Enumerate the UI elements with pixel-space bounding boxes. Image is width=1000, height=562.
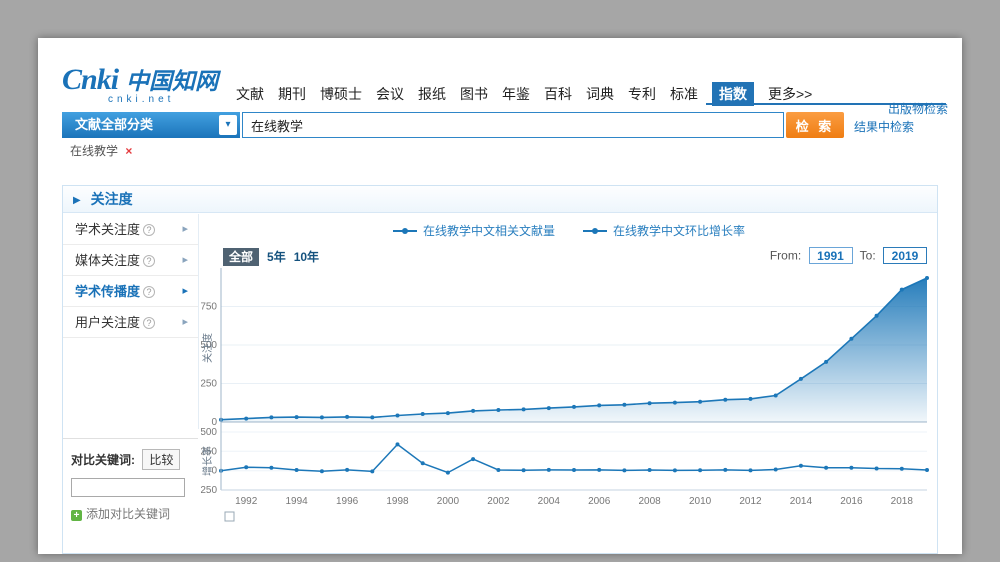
arrow-right-icon: ▸ bbox=[182, 307, 188, 338]
svg-text:-250: -250 bbox=[201, 485, 217, 496]
panel-header: ▶ 关注度 bbox=[63, 186, 937, 213]
help-icon[interactable]: ? bbox=[143, 224, 155, 236]
svg-text:1994: 1994 bbox=[285, 496, 308, 507]
to-label: To: bbox=[860, 249, 876, 263]
svg-text:1996: 1996 bbox=[336, 496, 359, 507]
keyword-tag-label: 在线教学 bbox=[70, 144, 118, 158]
clipped-checkbox[interactable] bbox=[225, 512, 234, 521]
nav-item-thesis[interactable]: 博硕士 bbox=[320, 82, 362, 106]
svg-text:2012: 2012 bbox=[739, 496, 762, 507]
legend-item-1[interactable]: 在线教学中文相关文献量 bbox=[393, 224, 555, 238]
svg-text:1992: 1992 bbox=[235, 496, 258, 507]
logo-cn-text: 中国知网 bbox=[126, 69, 218, 94]
search-in-results-link[interactable]: 结果中检索 bbox=[854, 118, 914, 135]
legend-label: 在线教学中文环比增长率 bbox=[613, 224, 745, 238]
nav-item-journal[interactable]: 期刊 bbox=[278, 82, 306, 106]
add-compare-keyword-label: 添加对比关键词 bbox=[86, 507, 170, 521]
cnki-logo[interactable]: Cnki中国知网 cnki.net bbox=[62, 62, 218, 105]
tag-close-icon[interactable]: × bbox=[125, 144, 132, 158]
search-bar: 文献全部分类 ▾ 检 索 结果中检索 bbox=[62, 112, 942, 138]
svg-text:关注度: 关注度 bbox=[201, 333, 214, 363]
add-compare-keyword-link[interactable]: + 添加对比关键词 bbox=[71, 505, 190, 522]
nav-item-conference[interactable]: 会议 bbox=[376, 82, 404, 106]
category-select[interactable]: 文献全部分类 ▾ bbox=[62, 112, 240, 138]
sidebar: 学术关注度? ▸ 媒体关注度? ▸ 学术传播度? ▸ 用户关注度? ▸ bbox=[63, 214, 198, 338]
cnki-page: Cnki中国知网 cnki.net 文献期刊博硕士会议报纸图书年鉴百科词典专利标… bbox=[38, 38, 962, 554]
sidebar-item-media-attention[interactable]: 媒体关注度? ▸ bbox=[63, 245, 198, 276]
nav-item-standard[interactable]: 标准 bbox=[670, 82, 698, 106]
svg-text:2002: 2002 bbox=[487, 496, 510, 507]
legend-marker-icon bbox=[393, 230, 417, 232]
desktop-background: { "brand": {"logo_en": "Cnki", "logo_cn"… bbox=[0, 0, 1000, 562]
svg-text:增长率: 增长率 bbox=[201, 446, 214, 476]
category-select-label: 文献全部分类 bbox=[75, 117, 153, 132]
compare-keyword-input[interactable] bbox=[71, 478, 185, 497]
svg-text:2000: 2000 bbox=[437, 496, 460, 507]
from-label: From: bbox=[770, 249, 801, 263]
svg-text:1998: 1998 bbox=[386, 496, 409, 507]
logo-en-text: Cnki bbox=[62, 63, 118, 96]
svg-text:2014: 2014 bbox=[790, 496, 813, 507]
svg-text:750: 750 bbox=[201, 302, 217, 313]
sidebar-item-academic-attention[interactable]: 学术关注度? ▸ bbox=[63, 214, 198, 245]
legend-marker-icon bbox=[583, 230, 607, 232]
search-button[interactable]: 检 索 bbox=[786, 112, 844, 138]
chart-area: 在线教学中文相关文献量在线教学中文环比增长率 全部5年10年 From: To:… bbox=[199, 214, 939, 554]
nav-item-newspaper[interactable]: 报纸 bbox=[418, 82, 446, 106]
nav-item-book[interactable]: 图书 bbox=[460, 82, 488, 106]
compare-button[interactable]: 比较 bbox=[142, 449, 180, 470]
nav-item-literature[interactable]: 文献 bbox=[236, 82, 264, 106]
arrow-right-icon: ▸ bbox=[182, 245, 188, 276]
sidebar-item-user-attention[interactable]: 用户关注度? ▸ bbox=[63, 307, 198, 338]
nav-item-encyclopedia[interactable]: 百科 bbox=[544, 82, 572, 106]
compare-label: 对比关键词: bbox=[71, 453, 135, 467]
svg-text:2006: 2006 bbox=[588, 496, 611, 507]
nav-item-yearbook[interactable]: 年鉴 bbox=[502, 82, 530, 106]
chevron-down-icon[interactable]: ▾ bbox=[219, 115, 237, 135]
plus-icon: + bbox=[71, 510, 82, 521]
search-input[interactable] bbox=[242, 112, 784, 138]
nav-item-patent[interactable]: 专利 bbox=[628, 82, 656, 106]
attention-panel: ▶ 关注度 学术关注度? ▸ 媒体关注度? ▸ 学术传播度? ▸ 用户关注度? ▸ 对比关键词… bbox=[62, 185, 938, 554]
svg-text:500: 500 bbox=[201, 427, 217, 438]
svg-text:2010: 2010 bbox=[689, 496, 712, 507]
nav-item-dictionary[interactable]: 词典 bbox=[586, 82, 614, 106]
help-icon[interactable]: ? bbox=[143, 317, 155, 329]
chart-legend: 在线教学中文相关文献量 在线教学中文环比增长率 bbox=[199, 222, 939, 240]
help-icon[interactable]: ? bbox=[143, 255, 155, 267]
sidebar-item-label: 学术关注度 bbox=[75, 222, 140, 237]
sidebar-item-academic-dissemination[interactable]: 学术传播度? ▸ bbox=[63, 276, 198, 307]
arrow-right-icon: ▸ bbox=[182, 214, 188, 245]
svg-text:2016: 2016 bbox=[840, 496, 863, 507]
svg-text:250: 250 bbox=[201, 379, 217, 390]
panel-title: 关注度 bbox=[91, 191, 133, 207]
legend-label: 在线教学中文相关文献量 bbox=[423, 224, 555, 238]
sidebar-item-label: 媒体关注度 bbox=[75, 253, 140, 268]
arrow-right-icon: ▸ bbox=[182, 276, 188, 307]
help-icon[interactable]: ? bbox=[143, 286, 155, 298]
section-arrow-icon: ▶ bbox=[73, 195, 81, 206]
sidebar-item-label: 用户关注度 bbox=[75, 315, 140, 330]
svg-text:2004: 2004 bbox=[538, 496, 561, 507]
sidebar-item-label: 学术传播度 bbox=[75, 284, 140, 299]
svg-text:2018: 2018 bbox=[891, 496, 914, 507]
keyword-tag: 在线教学 × bbox=[70, 142, 132, 159]
compare-keywords-box: 对比关键词: 比较 + 添加对比关键词 bbox=[63, 438, 198, 522]
legend-item-2[interactable]: 在线教学中文环比增长率 bbox=[583, 224, 745, 238]
svg-text:2008: 2008 bbox=[638, 496, 661, 507]
trend-chart-svg[interactable]: 0250500750-25002505001992199419961998200… bbox=[201, 262, 931, 532]
